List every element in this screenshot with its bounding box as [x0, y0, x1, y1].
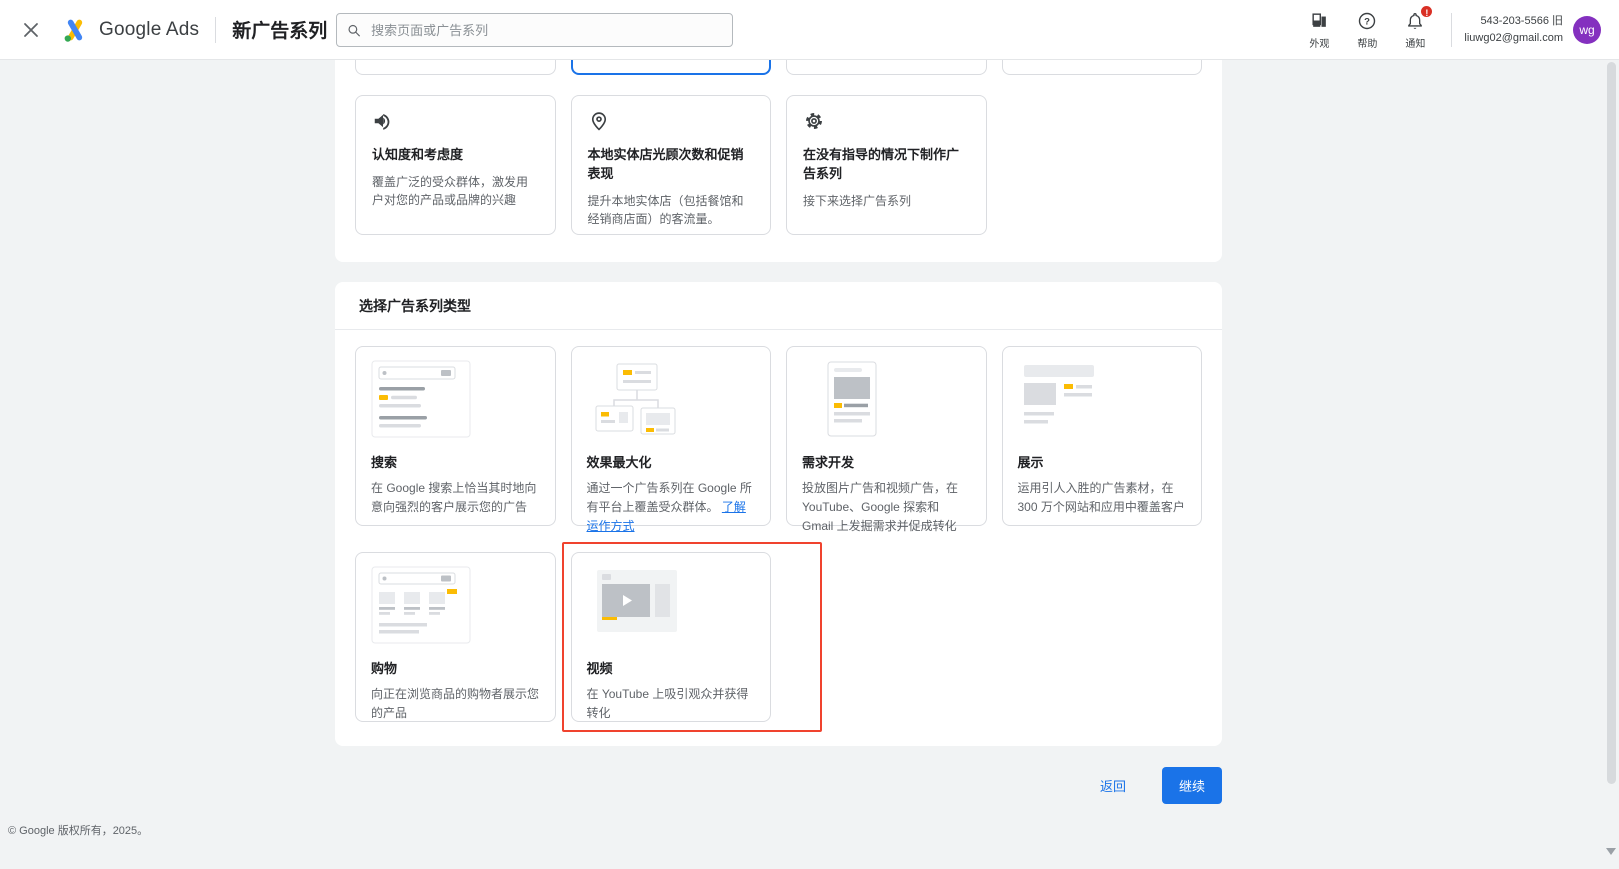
campaign-type-description: 投放图片广告和视频广告，在 YouTube、Google 探索和 Gmail 上…	[802, 479, 971, 537]
search-campaign-illustration	[371, 360, 471, 438]
campaign-type-card-performance-max[interactable]: 效果最大化 通过一个广告系列在 Google 所有平台上覆盖受众群体。 了解运作…	[571, 346, 772, 526]
footer-actions: 返回 继续	[335, 767, 1222, 804]
notifications-label: 通知	[1405, 35, 1425, 50]
objective-card-without-guidance[interactable]: 在没有指导的情况下制作广告系列 接下来选择广告系列	[786, 95, 987, 235]
campaign-type-description: 通过一个广告系列在 Google 所有平台上覆盖受众群体。 了解运作方式	[587, 479, 756, 537]
campaign-type-video-cell: 视频 在 YouTube 上吸引观众并获得转化	[571, 552, 772, 722]
objective-card-partial-3[interactable]	[786, 60, 987, 75]
campaign-type-title: 效果最大化	[587, 452, 756, 471]
brand-divider	[215, 17, 216, 43]
campaign-type-panel: 选择广告系列类型 搜索 在 Google 搜索上恰当其时地向意	[335, 282, 1222, 746]
brand-text: Google Ads	[99, 19, 199, 41]
scrollbar-thumb[interactable]	[1607, 62, 1616, 784]
account-info[interactable]: 543-203-5566 旧 liuwg02@gmail.com	[1464, 13, 1563, 46]
objective-description: 覆盖广泛的受众群体，激发用户对您的产品或品牌的兴趣	[372, 173, 539, 210]
campaign-type-description: 在 YouTube 上吸引观众并获得转化	[587, 685, 756, 723]
campaign-type-title: 搜索	[371, 452, 540, 471]
objective-bottom-row: 认知度和考虑度 覆盖广泛的受众群体，激发用户对您的产品或品牌的兴趣 本地实体店光…	[355, 95, 1202, 235]
objective-title: 在没有指导的情况下制作广告系列	[803, 146, 970, 184]
objective-description: 提升本地实体店（包括餐馆和经销商店面）的客流量。	[588, 192, 755, 229]
objective-card-partial-1[interactable]	[355, 60, 556, 75]
performance-max-illustration	[587, 360, 687, 438]
objective-card-local-store[interactable]: 本地实体店光顾次数和促销表现 提升本地实体店（包括餐馆和经销商店面）的客流量。	[571, 95, 772, 235]
campaign-type-card-demand-gen[interactable]: 需求开发 投放图片广告和视频广告，在 YouTube、Google 探索和 Gm…	[786, 346, 987, 526]
campaign-type-title: 购物	[371, 658, 540, 677]
continue-button[interactable]: 继续	[1162, 767, 1222, 804]
demand-gen-illustration	[802, 360, 902, 438]
account-email: liuwg02@gmail.com	[1464, 30, 1563, 47]
objective-top-row	[355, 60, 1202, 75]
speaker-icon	[372, 119, 394, 136]
google-ads-logo-icon	[60, 15, 90, 45]
search-box[interactable]	[336, 13, 733, 47]
location-pin-icon	[588, 119, 610, 136]
scrollbar-down-arrow[interactable]	[1606, 848, 1616, 855]
objective-empty-cell	[1002, 95, 1203, 235]
gear-icon	[803, 119, 825, 136]
objective-title: 本地实体店光顾次数和促销表现	[588, 146, 755, 184]
search-input[interactable]	[369, 22, 722, 39]
scrollbar-track[interactable]	[1605, 60, 1619, 869]
campaign-type-description: 向正在浏览商品的购物者展示您的产品	[371, 685, 540, 723]
campaign-type-card-display[interactable]: 展示 运用引人入胜的广告素材，在 300 万个网站和应用中覆盖客户	[1002, 346, 1203, 526]
google-ads-logo: Google Ads	[60, 15, 199, 45]
campaign-type-row-1: 搜索 在 Google 搜索上恰当其时地向意向强烈的客户展示您的广告	[335, 330, 1222, 526]
notifications-button[interactable]: ! 通知	[1391, 6, 1439, 54]
campaign-type-title: 展示	[1018, 452, 1187, 471]
back-button[interactable]: 返回	[1094, 775, 1132, 796]
bell-icon: !	[1404, 10, 1426, 32]
help-icon: ?	[1356, 10, 1378, 32]
display-campaign-illustration	[1018, 360, 1118, 438]
svg-text:?: ?	[1364, 16, 1370, 27]
objective-card-awareness[interactable]: 认知度和考虑度 覆盖广泛的受众群体，激发用户对您的产品或品牌的兴趣	[355, 95, 556, 235]
campaign-type-description: 在 Google 搜索上恰当其时地向意向强烈的客户展示您的广告	[371, 479, 540, 517]
help-button[interactable]: ? 帮助	[1343, 6, 1391, 54]
campaign-type-card-shopping[interactable]: 购物 向正在浏览商品的购物者展示您的产品	[355, 552, 556, 722]
campaign-type-description: 运用引人入胜的广告素材，在 300 万个网站和应用中覆盖客户	[1018, 479, 1187, 517]
topbar-divider	[1451, 13, 1452, 47]
account-id: 543-203-5566 旧	[1464, 13, 1563, 30]
objective-card-partial-4[interactable]	[1002, 60, 1203, 75]
help-label: 帮助	[1357, 35, 1377, 50]
page-title: 新广告系列	[232, 16, 327, 43]
avatar[interactable]: wg	[1573, 16, 1601, 44]
search-icon	[347, 23, 361, 38]
campaign-type-row-2: 购物 向正在浏览商品的购物者展示您的产品 视频 在 YouTube	[335, 536, 1222, 722]
close-icon[interactable]	[14, 13, 48, 47]
notification-badge: !	[1419, 4, 1434, 19]
campaign-type-card-video[interactable]: 视频 在 YouTube 上吸引观众并获得转化	[571, 552, 772, 722]
campaign-type-heading: 选择广告系列类型	[335, 282, 1222, 329]
appearance-button[interactable]: 外观	[1295, 6, 1343, 54]
video-campaign-illustration	[587, 566, 687, 644]
appearance-label: 外观	[1309, 35, 1329, 50]
shopping-campaign-illustration	[371, 566, 471, 644]
objectives-panel: 认知度和考虑度 覆盖广泛的受众群体，激发用户对您的产品或品牌的兴趣 本地实体店光…	[335, 60, 1222, 262]
campaign-type-title: 视频	[587, 658, 756, 677]
campaign-type-empty-cell-2	[1002, 552, 1203, 722]
main-content: 认知度和考虑度 覆盖广泛的受众群体，激发用户对您的产品或品牌的兴趣 本地实体店光…	[335, 60, 1222, 804]
topbar: Google Ads 新广告系列 外观 ?	[0, 0, 1619, 60]
objective-description: 接下来选择广告系列	[803, 192, 970, 211]
campaign-type-card-search[interactable]: 搜索 在 Google 搜索上恰当其时地向意向强烈的客户展示您的广告	[355, 346, 556, 526]
objective-title: 认知度和考虑度	[372, 146, 539, 165]
appearance-icon	[1308, 10, 1330, 32]
topbar-right: 外观 ? 帮助 ! 通知 543-203-5566 旧	[1295, 0, 1609, 59]
objective-card-partial-2-selected[interactable]	[571, 60, 772, 75]
copyright-text: © Google 版权所有，2025。	[8, 822, 148, 838]
campaign-type-empty-cell-1	[786, 552, 987, 722]
campaign-type-title: 需求开发	[802, 452, 971, 471]
